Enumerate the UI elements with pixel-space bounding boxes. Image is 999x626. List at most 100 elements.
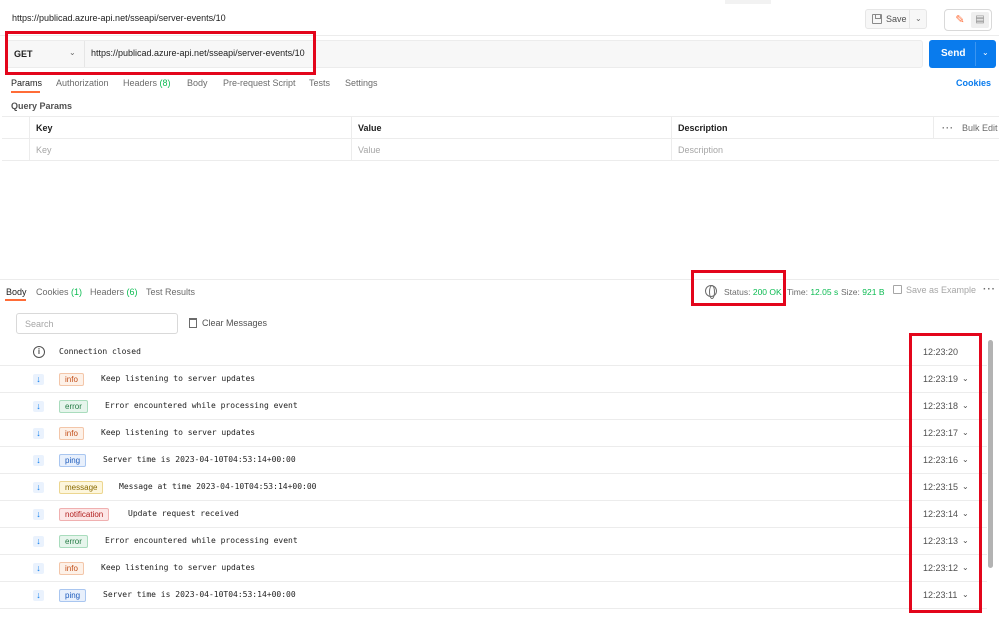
search-input[interactable] <box>17 314 177 333</box>
response-tab-test-results[interactable]: Test Results <box>146 287 195 297</box>
event-time: 12:23:18 <box>923 401 959 411</box>
arrow-down-icon: ↓ <box>33 374 44 385</box>
tab-count: (1) <box>71 287 83 297</box>
chevron-down-icon[interactable]: ⌄ <box>962 374 969 383</box>
tab-label: Pre-request Script <box>223 78 296 88</box>
chevron-down-icon[interactable]: ⌄ <box>962 536 969 545</box>
event-type-badge: ping <box>59 454 87 467</box>
tab-label: Cookies <box>36 287 69 297</box>
size-readout[interactable]: Size: 921 B <box>841 287 885 297</box>
url-input[interactable]: https://publicad.azure-api.net/sseapi/se… <box>91 48 305 58</box>
save-as-example-label: Save as Example <box>906 285 977 295</box>
network-globe-icon[interactable] <box>705 285 717 299</box>
more-icon[interactable]: ··· <box>942 123 954 133</box>
tab-count: (8) <box>159 78 171 88</box>
event-type-badge: error <box>59 400 88 413</box>
event-row[interactable]: ↓ message Message at time 2023-04-10T04:… <box>0 474 987 501</box>
save-separator <box>909 10 910 28</box>
request-title[interactable]: https://publicad.azure-api.net/sseapi/se… <box>12 13 226 23</box>
chevron-down-icon[interactable]: ⌄ <box>962 509 969 518</box>
save-as-example-button[interactable]: Save as Example <box>893 285 976 295</box>
tab-label: Authorization <box>56 78 109 88</box>
tab-authorization[interactable]: Authorization <box>56 78 109 88</box>
event-message: Message at time 2023-04-10T04:53:14+00:0… <box>119 482 317 491</box>
event-time: 12:23:16 <box>923 455 959 465</box>
event-row[interactable]: ↓ info Keep listening to server updates … <box>0 366 987 393</box>
description-input[interactable]: Description <box>671 139 999 161</box>
send-button[interactable]: Send ⌄ <box>929 40 996 68</box>
event-row[interactable]: ↓ notification Update request received 1… <box>0 501 987 528</box>
tab-label: Test Results <box>146 287 196 297</box>
save-icon <box>872 14 882 24</box>
key-input[interactable]: Key <box>29 139 351 161</box>
chevron-down-icon[interactable]: ⌄ <box>962 401 969 410</box>
tab-body[interactable]: Body <box>187 78 208 88</box>
request-tabs: Params Authorization Headers (8) Body Pr… <box>0 78 999 92</box>
response-tab-cookies[interactable]: Cookies (1) <box>36 287 82 297</box>
clear-messages-button[interactable]: Clear Messages <box>189 318 267 328</box>
chevron-down-icon[interactable]: ⌄ <box>915 14 922 23</box>
event-time: 12:23:12 <box>923 563 959 573</box>
chevron-down-icon[interactable]: ⌄ <box>962 428 969 437</box>
event-row[interactable]: i Connection closed 12:23:20 <box>0 339 987 366</box>
size-value: 921 B <box>862 287 885 297</box>
event-list-scrollbar[interactable] <box>988 340 993 568</box>
active-response-tab-indicator <box>5 299 26 301</box>
status-readout[interactable]: Status: 200 OK <box>724 287 782 297</box>
tab-count: (6) <box>126 287 138 297</box>
more-options-icon[interactable]: ··· <box>983 284 996 295</box>
event-row[interactable]: ↓ info Keep listening to server updates … <box>0 555 987 582</box>
bulk-edit-button[interactable]: ··· Bulk Edit <box>942 117 998 139</box>
params-row: Key Value Description <box>2 139 999 161</box>
send-label: Send <box>941 48 966 59</box>
save-button[interactable]: Save ⌄ <box>865 9 927 29</box>
save-label: Save <box>886 14 907 24</box>
event-time: 12:23:11 <box>923 590 958 600</box>
tab-tests[interactable]: Tests <box>309 78 330 88</box>
tab-label: Body <box>187 78 208 88</box>
event-row[interactable]: ↓ error Error encountered while processi… <box>0 528 987 555</box>
chevron-down-icon[interactable]: ⌄ <box>962 563 969 572</box>
bulk-edit-label: Bulk Edit <box>962 123 998 133</box>
chevron-down-icon[interactable]: ⌄ <box>962 482 969 491</box>
send-separator <box>975 42 976 66</box>
status-label: Status: <box>724 287 751 297</box>
event-row[interactable]: ↓ ping Server time is 2023-04-10T04:53:1… <box>0 447 987 474</box>
event-message: Error encountered while processing event <box>105 401 298 410</box>
event-message: Error encountered while processing event <box>105 536 298 545</box>
cookies-link[interactable]: Cookies <box>956 78 991 88</box>
search-box <box>16 313 178 334</box>
tab-pre-request-script[interactable]: Pre-request Script <box>223 78 296 88</box>
arrow-down-icon: ↓ <box>33 536 44 547</box>
response-tab-body[interactable]: Body <box>6 287 27 297</box>
params-header-row: Key Value Description ··· Bulk Edit <box>2 117 999 139</box>
event-row[interactable]: ↓ ping Server time is 2023-04-10T04:53:1… <box>0 582 987 609</box>
tab-headers[interactable]: Headers (8) <box>123 78 171 88</box>
event-type-badge: info <box>59 373 84 386</box>
chevron-down-icon: ⌄ <box>69 48 76 57</box>
column-header-key: Key <box>29 117 355 139</box>
tab-label: Headers <box>90 287 125 297</box>
event-row[interactable]: ↓ info Keep listening to server updates … <box>0 420 987 447</box>
value-input[interactable]: Value <box>351 139 671 161</box>
active-tab-indicator <box>11 91 40 93</box>
method-label: GET <box>14 49 33 59</box>
method-select[interactable]: GET ⌄ <box>7 41 85 67</box>
tab-params[interactable]: Params <box>11 78 42 88</box>
trash-icon <box>189 318 197 328</box>
chevron-down-icon[interactable]: ⌄ <box>962 455 969 464</box>
time-label: Time: <box>787 287 808 297</box>
tab-settings[interactable]: Settings <box>345 78 378 88</box>
event-row[interactable]: ↓ error Error encountered while processi… <box>0 393 987 420</box>
comment-icon[interactable]: ▤ <box>971 12 989 28</box>
response-tab-headers[interactable]: Headers (6) <box>90 287 138 297</box>
chevron-down-icon[interactable]: ⌄ <box>962 590 969 599</box>
pencil-icon[interactable]: ✎ <box>952 13 968 27</box>
time-readout[interactable]: Time: 12.05 s <box>787 287 838 297</box>
arrow-down-icon: ↓ <box>33 563 44 574</box>
query-params-table: Key Value Description ··· Bulk Edit Key V… <box>2 116 999 161</box>
status-value: 200 OK <box>752 287 782 297</box>
chevron-down-icon[interactable]: ⌄ <box>982 48 989 57</box>
arrow-down-icon: ↓ <box>33 590 44 601</box>
event-message: Connection closed <box>59 347 141 356</box>
